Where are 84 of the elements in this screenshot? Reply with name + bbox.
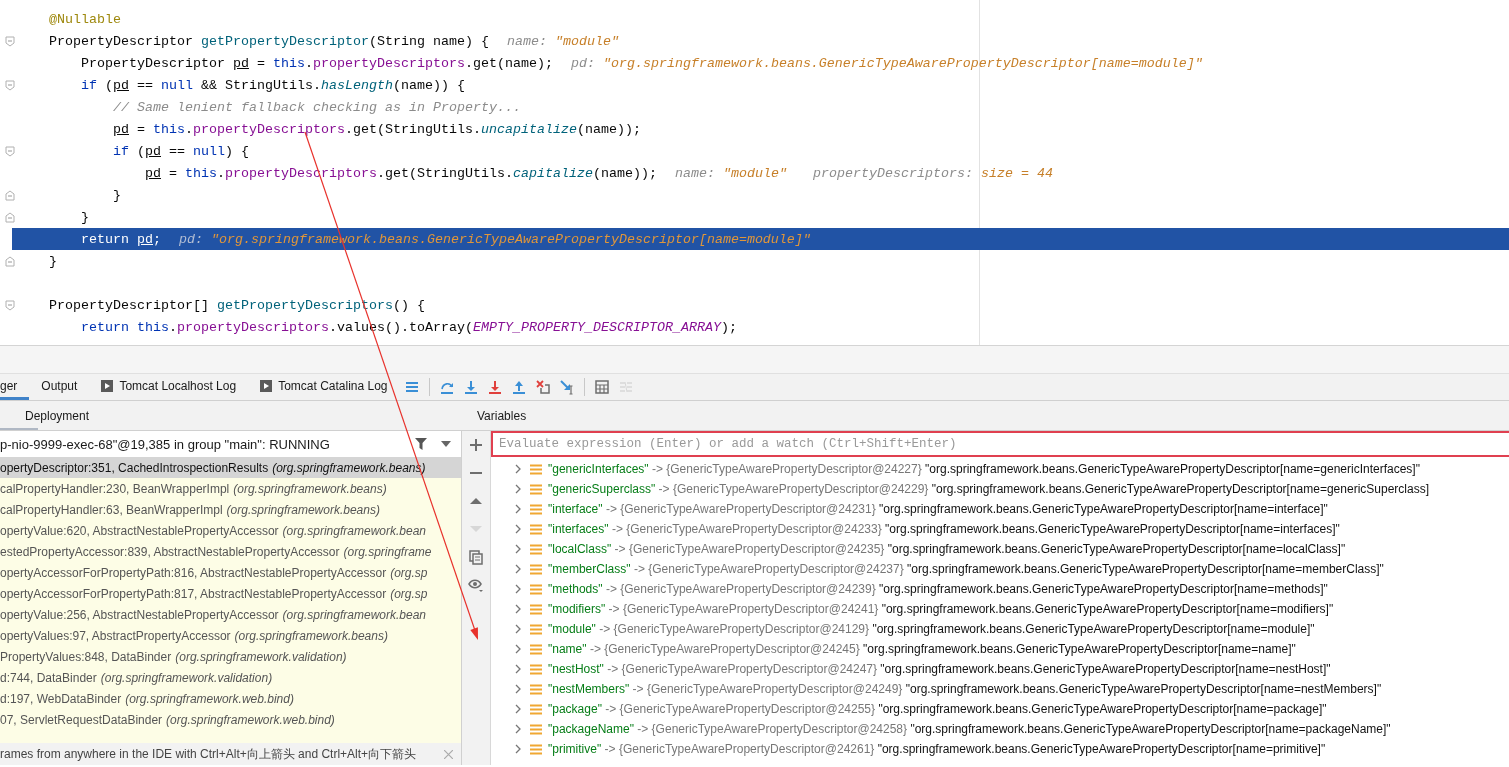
expand-icon[interactable] xyxy=(515,584,522,594)
variable-entry[interactable]: "genericSuperclass" -> {GenericTypeAwarePropertyDescriptor@24229} "org.springframework.beans.GenericTypeAwarePropertyDescriptor[name=genericSuperclass] xyxy=(548,482,1429,496)
field-icon xyxy=(530,703,542,715)
tip-text: rames from anywhere in the IDE with Ctrl+Alt+向上箭头 and Ctrl+Alt+向下箭头 xyxy=(0,745,417,763)
stack-frame[interactable]: calPropertyHandler:230, BeanWrapperImpl (org.springframework.beans) xyxy=(0,478,461,499)
expand-icon[interactable] xyxy=(515,464,522,474)
field-icon xyxy=(530,643,542,655)
panel-title: Variables xyxy=(477,408,527,423)
code-line: } xyxy=(112,187,121,203)
variable-entry[interactable]: "memberClass" -> {GenericTypeAwarePropertyDescriptor@24237} "org.springframework.beans.GenericTypeAwarePropertyDescriptor[name=memberClass]" xyxy=(548,562,1384,576)
field-icon xyxy=(530,603,542,615)
variable-entry[interactable]: "module" -> {GenericTypeAwarePropertyDescriptor@24129} "org.springframework.beans.GenericTypeAwarePropertyDescriptor[name=module]" xyxy=(548,622,1315,636)
log-icon xyxy=(101,379,114,392)
field-icon xyxy=(530,463,542,475)
field-icon xyxy=(530,623,542,635)
field-icon xyxy=(530,483,542,495)
stack-frame[interactable]: opertyValue:620, AbstractNestablePropertyAccessor (org.springframework.bean xyxy=(0,520,461,541)
field-icon xyxy=(530,503,542,515)
variable-entry[interactable]: "methods" -> {GenericTypeAwarePropertyDescriptor@24239} "org.springframework.beans.GenericTypeAwarePropertyDescriptor[name=methods]" xyxy=(548,582,1328,596)
stack-frame[interactable]: opertyAccessorForPropertyPath:817, AbstractNestablePropertyAccessor (org.sp xyxy=(0,583,461,604)
filter-icon[interactable] xyxy=(415,437,427,451)
field-icon xyxy=(530,723,542,735)
inline-value-hint: propertyDescriptors: size = 44 xyxy=(812,165,1053,181)
code-line: if (pd == null) { xyxy=(112,143,249,159)
stack-frame[interactable]: d:197, WebDataBinder (org.springframework.web.bind) xyxy=(0,688,461,709)
variable-entry[interactable]: "packageName" -> {GenericTypeAwarePropertyDescriptor@24258} "org.springframework.beans.GenericTypeAwarePropertyDescriptor[name=packageName]" xyxy=(548,722,1391,736)
expand-icon[interactable] xyxy=(515,524,522,534)
stack-frame[interactable]: 07, ServletRequestDataBinder (org.springframework.web.bind) xyxy=(0,709,461,730)
tool-tab[interactable]: Tomcat Localhost Log xyxy=(89,374,249,400)
thread-selector[interactable]: p-nio-9999-exec-68"@19,385 in group "main": RUNNING xyxy=(0,436,415,452)
inline-value-hint: name: "module" xyxy=(674,165,787,181)
inline-value-hint: name: "module" xyxy=(506,33,619,49)
code-line: @Nullable xyxy=(49,11,121,27)
stack-frame[interactable]: opertyValue:256, AbstractNestablePropertyAccessor (org.springframework.bean xyxy=(0,604,461,625)
inline-value-hint: pd: "org.springframework.beans.GenericTypeAwarePropertyDescriptor[name=module]" xyxy=(570,55,1203,71)
log-icon xyxy=(260,379,273,392)
expand-icon[interactable] xyxy=(515,624,522,634)
variable-entry[interactable]: "modifiers" -> {GenericTypeAwarePropertyDescriptor@24241} "org.springframework.beans.GenericTypeAwarePropertyDescriptor[name=modifiers]" xyxy=(548,602,1334,616)
evaluate-field[interactable]: Evaluate expression (Enter) or add a watch (Ctrl+Shift+Enter) xyxy=(491,431,1509,457)
code-line: // Same lenient fallback checking as in Property... xyxy=(112,99,521,115)
expand-icon[interactable] xyxy=(515,664,522,674)
variable-entry[interactable]: "nestMembers" -> {GenericTypeAwarePropertyDescriptor@24249} "org.springframework.beans.GenericTypeAwarePropertyDescriptor[name=nestMembers]" xyxy=(548,682,1382,696)
code-line: return pd; xyxy=(80,231,161,247)
stack-frame[interactable]: d:744, DataBinder (org.springframework.validation) xyxy=(0,667,461,688)
variable-entry[interactable]: "interface" -> {GenericTypeAwarePropertyDescriptor@24231} "org.springframework.beans.GenericTypeAwarePropertyDescriptor[name=interface]" xyxy=(548,502,1328,516)
field-icon xyxy=(530,743,542,755)
stack-frame[interactable]: calPropertyHandler:63, BeanWrapperImpl (org.springframework.beans) xyxy=(0,499,461,520)
expand-icon[interactable] xyxy=(515,644,522,654)
panel-title: Deployment xyxy=(25,408,90,423)
variable-entry[interactable]: "genericInterfaces" -> {GenericTypeAwarePropertyDescriptor@24227} "org.springframework.beans.GenericTypeAwarePropertyDescriptor[name=genericInterfaces]" xyxy=(548,462,1420,476)
variable-entry[interactable]: "interfaces" -> {GenericTypeAwarePropertyDescriptor@24233} "org.springframework.beans.GenericTypeAwarePropertyDescriptor[name=interfaces]" xyxy=(548,522,1340,536)
field-icon xyxy=(530,663,542,675)
expand-icon[interactable] xyxy=(515,484,522,494)
tool-tab[interactable]: Output xyxy=(29,374,90,400)
code-line: PropertyDescriptor getPropertyDescriptor(String name) { xyxy=(49,33,489,49)
stack-frame[interactable]: PropertyValues:848, DataBinder (org.springframework.validation) xyxy=(0,646,461,667)
variable-entry[interactable]: "nestHost" -> {GenericTypeAwarePropertyDescriptor@24247} "org.springframework.beans.GenericTypeAwarePropertyDescriptor[name=nestHost]" xyxy=(548,662,1331,676)
expand-icon[interactable] xyxy=(515,724,522,734)
tool-tab[interactable]: Tomcat Catalina Log xyxy=(248,374,400,400)
stack-frame[interactable]: opertyValues:97, AbstractPropertyAccessor (org.springframework.beans) xyxy=(0,625,461,646)
variable-entry[interactable]: "primitive" -> {GenericTypeAwarePropertyDescriptor@24261} "org.springframework.beans.GenericTypeAwarePropertyDescriptor[name=primitive]" xyxy=(548,742,1326,756)
field-icon xyxy=(530,563,542,575)
stack-frame[interactable]: estedPropertyAccessor:839, AbstractNestablePropertyAccessor (org.springframe xyxy=(0,541,461,562)
expand-icon[interactable] xyxy=(515,564,522,574)
expand-icon[interactable] xyxy=(515,744,522,754)
expand-icon[interactable] xyxy=(515,604,522,614)
code-line: PropertyDescriptor pd = this.propertyDescriptors.get(name); xyxy=(80,55,553,71)
field-icon xyxy=(530,683,542,695)
code-line: } xyxy=(49,253,57,269)
expand-icon[interactable] xyxy=(515,684,522,694)
code-line: pd = this.propertyDescriptors.get(StringUtils.uncapitalize(name)); xyxy=(112,121,641,137)
expand-icon[interactable] xyxy=(515,504,522,514)
field-icon xyxy=(530,583,542,595)
dropdown-caret-icon[interactable] xyxy=(441,441,451,447)
code-line: if (pd == null && StringUtils.hasLength(name)) { xyxy=(80,77,465,93)
stack-frame[interactable]: opertyAccessorForPropertyPath:816, AbstractNestablePropertyAccessor (org.sp xyxy=(0,562,461,583)
variable-entry[interactable]: "localClass" -> {GenericTypeAwarePropertyDescriptor@24235} "org.springframework.beans.GenericTypeAwarePropertyDescriptor[name=localClass]" xyxy=(548,542,1346,556)
variable-entry[interactable]: "name" -> {GenericTypeAwarePropertyDescriptor@24245} "org.springframework.beans.GenericTypeAwarePropertyDescriptor[name=name]" xyxy=(548,642,1296,656)
expand-icon[interactable] xyxy=(515,544,522,554)
code-line: } xyxy=(80,209,89,225)
variable-entry[interactable]: "package" -> {GenericTypeAwarePropertyDescriptor@24255} "org.springframework.beans.GenericTypeAwarePropertyDescriptor[name=package]" xyxy=(548,702,1327,716)
field-icon xyxy=(530,523,542,535)
field-icon xyxy=(530,543,542,555)
expand-icon[interactable] xyxy=(515,704,522,714)
